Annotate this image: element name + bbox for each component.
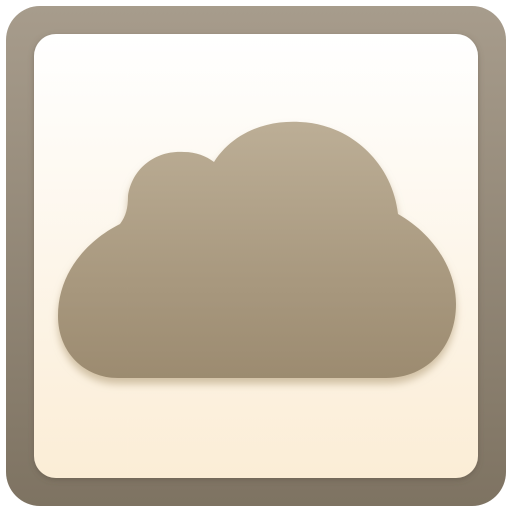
cloud-app-icon[interactable]: [0, 0, 512, 512]
cloud-app-icon-graphic: [6, 6, 506, 506]
